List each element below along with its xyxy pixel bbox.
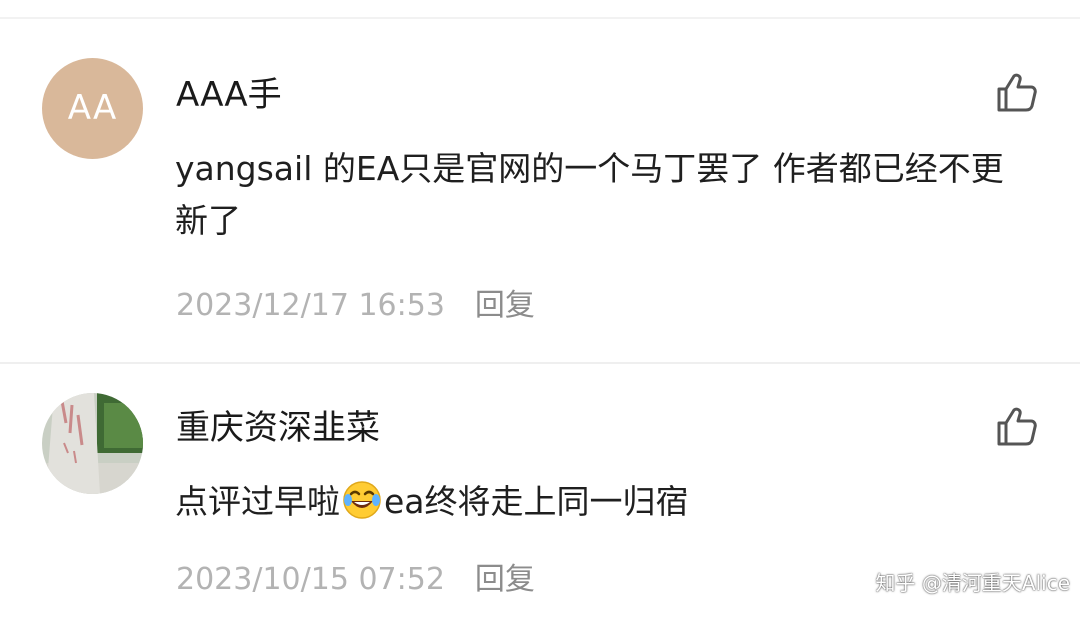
thumbs-up-icon[interactable] bbox=[994, 404, 1040, 450]
username[interactable]: 重庆资深韭菜 bbox=[176, 408, 380, 448]
avatar-initials: AA bbox=[67, 88, 118, 128]
watermark: 知乎 @清河重天Alice bbox=[875, 571, 1070, 595]
reply-button[interactable]: 回复 bbox=[475, 562, 535, 597]
laughing-tears-emoji bbox=[341, 479, 383, 521]
comment-item: AA AAA手 yangsail 的EA只是官网的一个马丁罢了 作者都已经不更新… bbox=[0, 0, 1080, 362]
comment-meta: 2023/12/17 16:53 回复 bbox=[176, 288, 535, 324]
thumbs-up-icon[interactable] bbox=[994, 70, 1040, 116]
timestamp: 2023/12/17 16:53 bbox=[176, 288, 445, 323]
reply-button[interactable]: 回复 bbox=[475, 288, 535, 323]
timestamp: 2023/10/15 07:52 bbox=[176, 562, 445, 597]
comment-meta: 2023/10/15 07:52 回复 bbox=[176, 562, 535, 598]
stone-monument-photo bbox=[42, 393, 143, 494]
avatar[interactable] bbox=[42, 393, 143, 494]
comment-text-part: ea终将走上同一归宿 bbox=[384, 482, 689, 521]
avatar[interactable]: AA bbox=[42, 58, 143, 159]
comment-text: 点评过早啦 ea终将走上同一归宿 bbox=[175, 476, 1035, 528]
comment-text-part: 点评过早啦 bbox=[175, 482, 340, 521]
comment-text: yangsail 的EA只是官网的一个马丁罢了 作者都已经不更新了 bbox=[175, 149, 1004, 240]
username[interactable]: AAA手 bbox=[176, 75, 282, 115]
comment-list-page: AA AAA手 yangsail 的EA只是官网的一个马丁罢了 作者都已经不更新… bbox=[0, 0, 1080, 626]
